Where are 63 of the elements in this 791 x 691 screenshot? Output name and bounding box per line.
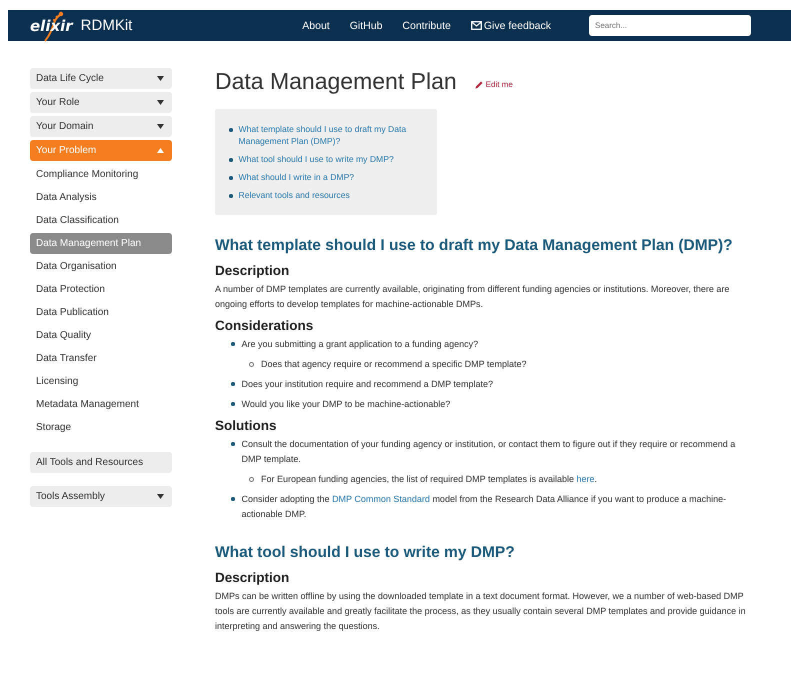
toc-link[interactable]: What should I write in a DMP? bbox=[238, 171, 418, 183]
sidebar-menu[interactable]: Your Domain bbox=[30, 116, 172, 137]
site-title[interactable]: RDMKit bbox=[80, 17, 132, 34]
toc-link[interactable]: What template should I use to draft my Data Management Plan (DMP)? bbox=[238, 123, 418, 147]
sidebar-item[interactable]: Data Classification bbox=[30, 210, 172, 231]
bullet-icon bbox=[229, 158, 232, 162]
list-item: Does your institution require and recommend a DMP template? bbox=[242, 378, 493, 391]
bullet-icon bbox=[249, 477, 254, 482]
text-link[interactable]: here bbox=[576, 474, 595, 484]
caret-icon bbox=[157, 494, 164, 499]
subsection-heading: Solutions bbox=[215, 418, 278, 433]
subsection-heading: Description bbox=[215, 570, 290, 585]
section-heading: What tool should I use to write my DMP? bbox=[215, 544, 516, 562]
toc-link[interactable]: Relevant tools and resources bbox=[238, 189, 418, 201]
caret-icon bbox=[157, 148, 164, 153]
sidebar-item[interactable]: Licensing bbox=[30, 371, 172, 392]
list-item: Consult the documentation of your funding agency or institution, or contact them to figure out if they require or recommend a DMP template. bbox=[242, 438, 736, 466]
bullet-icon bbox=[231, 497, 234, 500]
paragraph: DMPs can be written offline by using the downloaded template in a text document format. However, we a number of web-based DMP tools are currently available and greatly facilitate the process, as they usually contain several DMP templates and provide guidance in interpreting and answering the questions. bbox=[215, 590, 747, 633]
bullet-icon bbox=[231, 342, 234, 346]
section-heading: What template should I use to draft my Data Management Plan (DMP)? bbox=[215, 237, 734, 255]
bullet-icon bbox=[229, 194, 232, 198]
bullet-icon bbox=[231, 442, 234, 446]
bullet-icon bbox=[229, 176, 232, 180]
pencil-icon bbox=[474, 80, 484, 89]
sidebar-item[interactable]: Data Organisation bbox=[30, 256, 172, 277]
sidebar-item[interactable]: Data Analysis bbox=[30, 187, 172, 208]
list-item: Consider adopting the DMP Common Standard model from the Research Data Alliance if you want to produce a machine-actionable DMP. bbox=[242, 493, 728, 521]
list-item: Would you like your DMP to be machine-actionable? bbox=[242, 398, 450, 411]
nav-link[interactable]: Contribute bbox=[402, 20, 451, 32]
nav-link[interactable]: Give feedback bbox=[470, 20, 551, 32]
bullet-icon bbox=[231, 382, 234, 386]
subsection-heading: Description bbox=[215, 263, 290, 278]
nav-link[interactable]: GitHub bbox=[350, 20, 382, 32]
nav-link[interactable]: About bbox=[302, 20, 330, 32]
caret-icon bbox=[157, 76, 164, 81]
edit-link[interactable]: Edit me bbox=[474, 80, 513, 89]
sidebar-item[interactable]: Data Publication bbox=[30, 302, 172, 323]
sidebar-item[interactable]: Data Quality bbox=[30, 325, 172, 346]
sidebar-item[interactable]: Metadata Management bbox=[30, 394, 172, 415]
sidebar-item[interactable]: Storage bbox=[30, 417, 172, 438]
page-title: Data Management Plan bbox=[215, 68, 457, 95]
sidebar-menu[interactable]: Your Role bbox=[30, 92, 172, 113]
bullet-icon bbox=[229, 128, 232, 132]
list-item: For European funding agencies, the list of required DMP templates is available here. bbox=[261, 473, 598, 486]
sidebar-item[interactable]: Data Transfer bbox=[30, 348, 172, 369]
sidebar-item[interactable]: Compliance Monitoring bbox=[30, 164, 172, 185]
bullet-icon bbox=[231, 402, 234, 406]
sidebar-item[interactable]: Data Protection bbox=[30, 279, 172, 300]
caret-icon bbox=[157, 100, 164, 105]
list-item: Are you submitting a grant application to a funding agency? bbox=[242, 338, 478, 351]
sidebar-menu[interactable]: Tools Assembly bbox=[30, 486, 172, 507]
caret-icon bbox=[157, 124, 164, 129]
sidebar-link[interactable]: All Tools and Resources bbox=[30, 452, 172, 473]
toc-link[interactable]: What tool should I use to write my DMP? bbox=[238, 153, 418, 165]
search-field[interactable]: Search... bbox=[589, 15, 751, 36]
envelope-icon bbox=[470, 21, 482, 30]
sidebar-menu[interactable]: Data Life Cycle bbox=[30, 68, 172, 89]
text-link[interactable]: DMP Common Standard bbox=[332, 494, 430, 504]
bullet-icon bbox=[249, 362, 254, 367]
list-item: Does that agency require or recommend a specific DMP template? bbox=[261, 358, 526, 371]
paragraph: A number of DMP templates are currently available, originating from different funding agencies or institutions. Moreover, there are ongoing efforts to develop templates for machine-actionable DMPs. bbox=[215, 283, 730, 311]
subsection-heading: Considerations bbox=[215, 318, 314, 333]
